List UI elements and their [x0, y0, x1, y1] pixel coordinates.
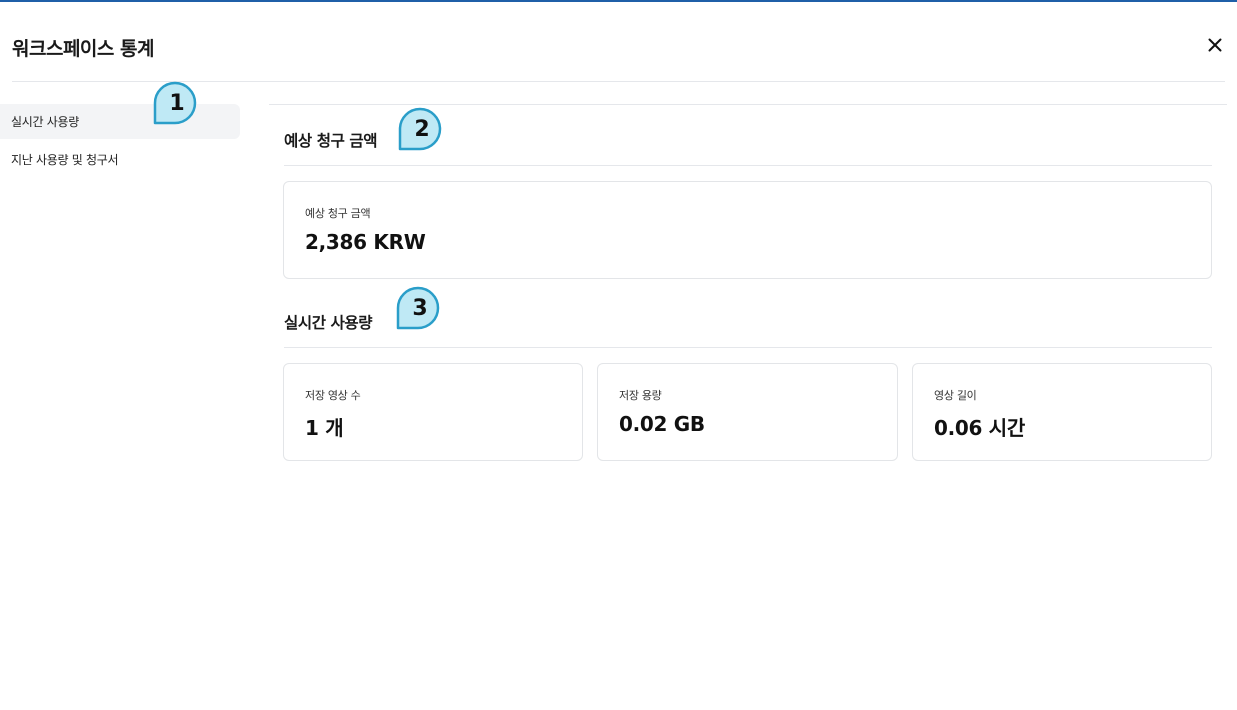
- usage-card-value: 0.02 GB: [619, 412, 705, 436]
- marker-number: 1: [169, 91, 185, 116]
- usage-section-title: 실시간 사용량: [284, 314, 373, 332]
- billing-card: 예상 청구 금액 2,386 KRW: [283, 181, 1212, 279]
- content-top-divider: [269, 104, 1227, 105]
- usage-card-label: 저장 용량: [619, 389, 662, 402]
- annotation-marker-1: 1: [153, 81, 199, 125]
- usage-card-value: 0.06 시간: [934, 416, 1026, 440]
- billing-section-title: 예상 청구 금액: [284, 132, 378, 150]
- billing-card-value: 2,386 KRW: [305, 230, 426, 254]
- sidebar-item-label: 실시간 사용량: [11, 115, 79, 129]
- usage-card-storage: 저장 용량 0.02 GB: [597, 363, 898, 461]
- close-icon: [1208, 38, 1222, 52]
- marker-number: 3: [412, 296, 428, 321]
- usage-card-video-length: 영상 길이 0.06 시간: [912, 363, 1212, 461]
- usage-card-label: 저장 영상 수: [305, 389, 361, 402]
- sidebar-item-past-usage-invoices[interactable]: 지난 사용량 및 청구서: [0, 142, 240, 177]
- close-button[interactable]: [1200, 30, 1230, 60]
- usage-section-divider: [284, 347, 1212, 348]
- billing-section-divider: [284, 165, 1212, 166]
- sidebar-item-label: 지난 사용량 및 청구서: [11, 153, 119, 167]
- billing-card-label: 예상 청구 금액: [305, 207, 371, 220]
- page-title: 워크스페이스 통계: [12, 38, 154, 60]
- sidebar-item-realtime-usage[interactable]: 실시간 사용량: [0, 104, 240, 139]
- dialog-header: 워크스페이스 통계: [0, 2, 1237, 82]
- usage-card-label: 영상 길이: [934, 389, 977, 402]
- annotation-marker-3: 3: [396, 286, 442, 330]
- usage-card-value: 1 개: [305, 416, 344, 440]
- marker-number: 2: [414, 117, 430, 142]
- annotation-marker-2: 2: [398, 107, 444, 151]
- usage-card-video-count: 저장 영상 수 1 개: [283, 363, 583, 461]
